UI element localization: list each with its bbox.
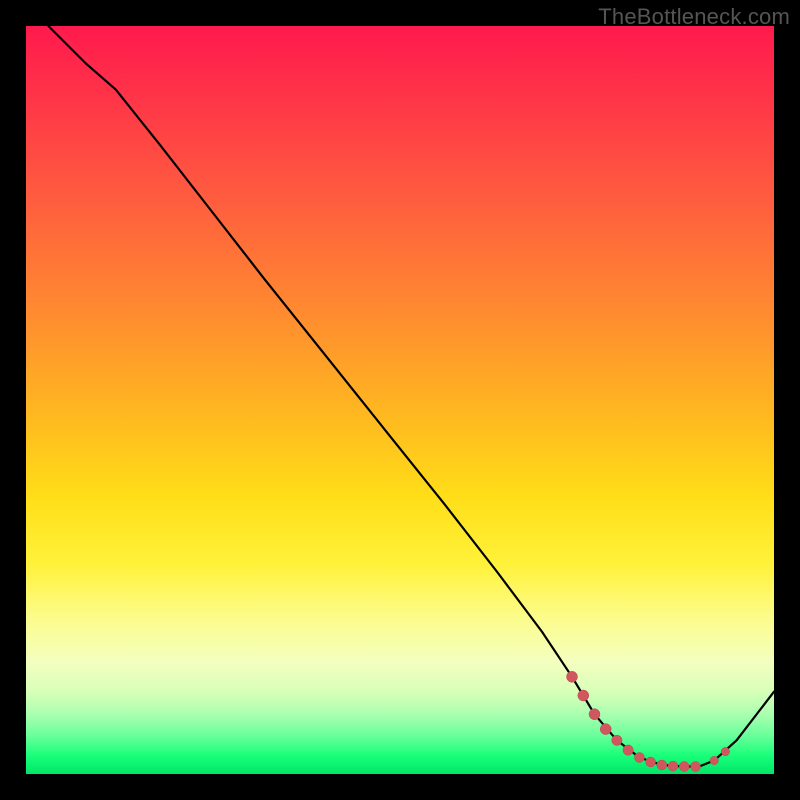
highlight-dot (612, 735, 622, 745)
highlight-dot (634, 753, 644, 763)
highlight-dot (623, 745, 633, 755)
highlight-dot (721, 747, 729, 755)
highlight-dot (710, 756, 718, 764)
highlight-dot (646, 757, 656, 767)
highlight-dots-group (567, 671, 730, 771)
highlight-dot (600, 724, 611, 735)
highlight-dot (657, 760, 667, 770)
highlight-dot (578, 690, 589, 701)
chart-frame: TheBottleneck.com (0, 0, 800, 800)
curve-line (48, 26, 774, 767)
highlight-dot (668, 761, 678, 771)
highlight-dot (567, 671, 578, 682)
highlight-dot (589, 709, 600, 720)
highlight-dot (679, 762, 689, 772)
highlight-dot (691, 762, 701, 772)
plot-area (26, 26, 774, 774)
chart-svg (26, 26, 774, 774)
